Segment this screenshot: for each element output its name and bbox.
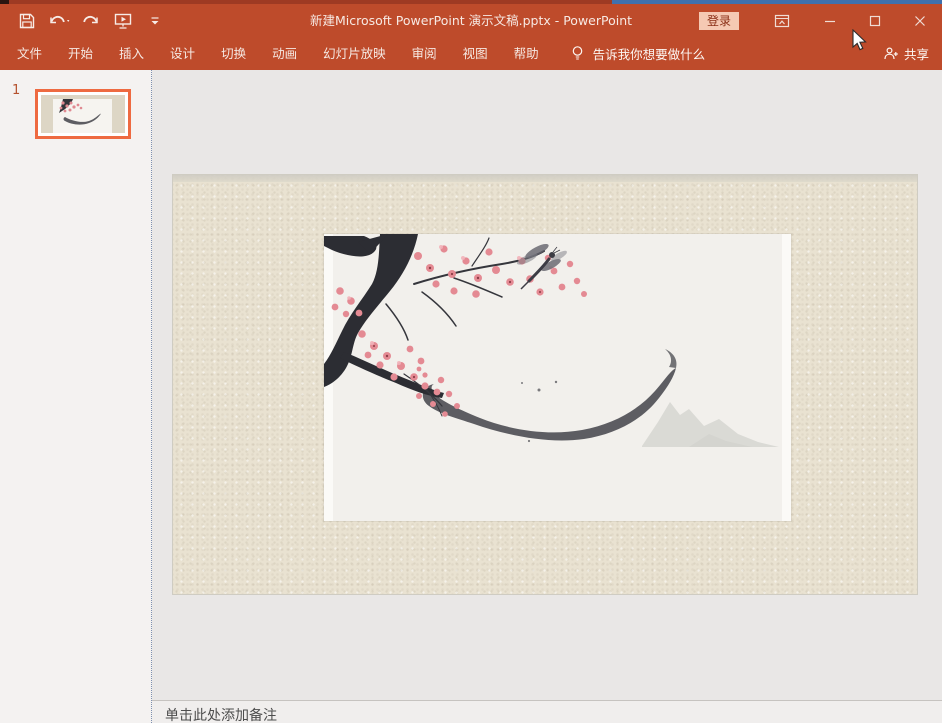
tab-home[interactable]: 开始	[55, 37, 106, 70]
tab-insert[interactable]: 插入	[106, 37, 157, 70]
maximize-icon	[869, 15, 881, 27]
slide-number: 1	[12, 83, 20, 98]
share-label: 共享	[904, 44, 929, 63]
start-from-beginning-button[interactable]	[110, 8, 136, 34]
undo-icon	[47, 12, 71, 30]
tell-me-box[interactable]: 告诉我你想要做什么	[570, 44, 706, 63]
lightbulb-icon	[570, 45, 585, 62]
ribbon-display-options-button[interactable]	[771, 10, 793, 32]
tab-file[interactable]: 文件	[4, 37, 55, 70]
save-button[interactable]	[14, 8, 40, 34]
thumbnail-painting-icon	[53, 99, 112, 133]
tab-help[interactable]: 帮助	[501, 37, 552, 70]
minimize-icon	[824, 15, 836, 27]
tab-slideshow[interactable]: 幻灯片放映	[310, 37, 399, 70]
notes-placeholder[interactable]: 单击此处添加备注	[152, 701, 942, 723]
ink-painting-image	[324, 234, 791, 521]
start-slideshow-icon	[113, 11, 133, 31]
slide-thumbnail-panel[interactable]: 1	[0, 70, 152, 723]
notes-panel[interactable]: 单击此处添加备注	[152, 700, 942, 723]
save-icon	[18, 12, 36, 30]
close-icon	[914, 15, 926, 27]
tab-review[interactable]: 审阅	[399, 37, 450, 70]
ribbon-display-options-icon	[774, 14, 790, 28]
redo-icon	[81, 12, 101, 30]
slide-picture[interactable]	[324, 234, 791, 521]
redo-button[interactable]	[78, 8, 104, 34]
quick-access-toolbar	[0, 4, 168, 37]
slide-texture-band	[173, 175, 917, 182]
login-button[interactable]: 登录	[699, 12, 739, 30]
undo-button[interactable]	[46, 8, 72, 34]
customize-qat-icon	[149, 15, 161, 27]
share-button[interactable]: 共享	[883, 44, 942, 63]
close-button[interactable]	[897, 4, 942, 37]
thumbnail-painting	[53, 99, 112, 133]
tab-animations[interactable]: 动画	[259, 37, 310, 70]
thumbnail-slide-surface	[41, 95, 125, 133]
tab-view[interactable]: 视图	[450, 37, 501, 70]
minimize-button[interactable]	[807, 4, 852, 37]
title-bar: 新建Microsoft PowerPoint 演示文稿.pptx - Power…	[0, 4, 942, 37]
customize-quick-access-button[interactable]	[142, 8, 168, 34]
slide-editor-area[interactable]	[152, 70, 942, 700]
tell-me-label: 告诉我你想要做什么	[593, 44, 706, 63]
titlebar-right-controls: 登录	[699, 4, 942, 37]
tab-design[interactable]: 设计	[157, 37, 208, 70]
ribbon-tab-bar: 文件 开始 插入 设计 切换 动画 幻灯片放映 审阅 视图 帮助 告诉我你想要做…	[0, 37, 942, 70]
window-title: 新建Microsoft PowerPoint 演示文稿.pptx - Power…	[310, 4, 632, 37]
tab-transitions[interactable]: 切换	[208, 37, 259, 70]
slide-canvas[interactable]	[172, 174, 918, 595]
maximize-button[interactable]	[852, 4, 897, 37]
share-icon	[883, 46, 899, 61]
slide-thumbnail-selected[interactable]	[35, 89, 131, 139]
dragonfly	[516, 241, 569, 289]
